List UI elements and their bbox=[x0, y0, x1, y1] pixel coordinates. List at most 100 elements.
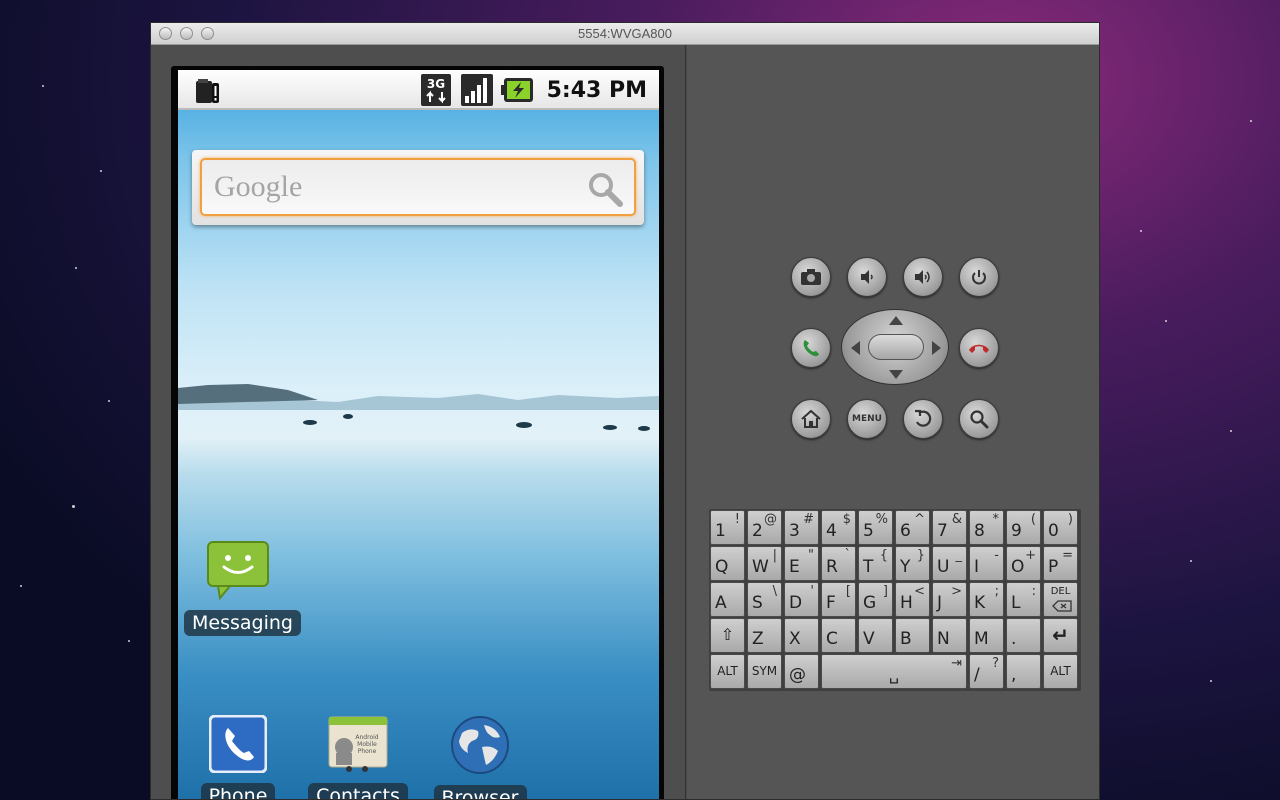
dpad-right-icon[interactable] bbox=[932, 341, 941, 355]
hardware-keyboard: 1! 2 @ 3 # 4 $ 5% 6 ^ 7 & 8 * 9( 0) Q W | E " R `… bbox=[709, 509, 1081, 691]
volume-down-button[interactable] bbox=[847, 257, 887, 297]
globe-icon bbox=[451, 716, 509, 774]
contacts-icon: Android Mobile Phone bbox=[328, 716, 388, 772]
key[interactable]: R ` bbox=[821, 546, 856, 581]
key[interactable]: C bbox=[821, 618, 856, 653]
window-titlebar[interactable]: 5554:WVGA800 bbox=[151, 23, 1099, 45]
home-button[interactable] bbox=[791, 399, 831, 439]
shift-key[interactable]: ⇧ bbox=[710, 618, 745, 653]
key[interactable]: 3 # bbox=[784, 510, 819, 545]
app-messaging[interactable]: Messaging bbox=[184, 540, 301, 636]
key[interactable]: P = bbox=[1043, 546, 1078, 581]
magnifier-icon[interactable] bbox=[586, 170, 624, 208]
backspace-icon bbox=[1052, 600, 1072, 612]
key[interactable]: T{ bbox=[858, 546, 893, 581]
dpad-up-icon[interactable] bbox=[889, 316, 903, 325]
google-search-widget: Google bbox=[192, 150, 644, 225]
wallpaper-rock bbox=[303, 420, 317, 425]
phone-icon bbox=[208, 714, 268, 774]
key[interactable]: 4 $ bbox=[821, 510, 856, 545]
power-button[interactable] bbox=[959, 257, 999, 297]
key[interactable]: 2 @ bbox=[747, 510, 782, 545]
app-phone[interactable]: Phone bbox=[192, 714, 284, 799]
key[interactable]: V bbox=[858, 618, 893, 653]
key[interactable]: A bbox=[710, 582, 745, 617]
home-icon bbox=[801, 409, 821, 428]
key[interactable]: L: bbox=[1006, 582, 1041, 617]
network-type-label: 3G bbox=[426, 77, 444, 91]
key[interactable]: 1! bbox=[710, 510, 745, 545]
android-screen[interactable]: 3G 5:43 PM Google Messaging Phone Androi… bbox=[178, 70, 659, 799]
dpad-center-button[interactable] bbox=[868, 334, 924, 360]
status-bar[interactable]: 3G 5:43 PM bbox=[178, 70, 659, 110]
key[interactable]: N bbox=[932, 618, 967, 653]
delete-key[interactable]: DEL bbox=[1043, 582, 1078, 617]
key[interactable]: D ' bbox=[784, 582, 819, 617]
key[interactable]: Z bbox=[747, 618, 782, 653]
window-title: 5554:WVGA800 bbox=[578, 26, 672, 41]
key[interactable]: S \ bbox=[747, 582, 782, 617]
key[interactable]: I- bbox=[969, 546, 1004, 581]
key[interactable]: 8 * bbox=[969, 510, 1004, 545]
key[interactable]: K; bbox=[969, 582, 1004, 617]
key[interactable]: . bbox=[1006, 618, 1041, 653]
search-button[interactable] bbox=[959, 399, 999, 439]
contacts-icon-caption: Android bbox=[355, 734, 378, 741]
key[interactable]: Y} bbox=[895, 546, 930, 581]
status-time: 5:43 PM bbox=[546, 77, 647, 103]
key[interactable]: /? bbox=[969, 654, 1004, 689]
space-key[interactable]: ␣ ⇥ bbox=[821, 654, 967, 689]
sym-key[interactable]: SYM bbox=[747, 654, 782, 689]
dpad-left-icon[interactable] bbox=[851, 341, 860, 355]
key[interactable]: 9( bbox=[1006, 510, 1041, 545]
signal-strength-icon bbox=[460, 74, 493, 106]
messaging-icon bbox=[207, 541, 269, 601]
sd-card-warning-icon bbox=[196, 79, 219, 103]
camera-button[interactable] bbox=[791, 257, 831, 297]
key[interactable]: 7 & bbox=[932, 510, 967, 545]
app-browser[interactable]: Browser bbox=[430, 715, 530, 799]
control-panel: MENU 1! 2 @ 3 # 4 $ 5% 6 ^ 7 & 8 * 9( 0) Q W | … bbox=[687, 45, 1099, 799]
key[interactable]: X bbox=[784, 618, 819, 653]
key[interactable]: E " bbox=[784, 546, 819, 581]
end-call-button[interactable] bbox=[959, 328, 999, 368]
contacts-icon-caption: Mobile bbox=[357, 741, 377, 748]
call-button[interactable] bbox=[791, 328, 831, 368]
key[interactable]: B bbox=[895, 618, 930, 653]
key[interactable]: J > bbox=[932, 582, 967, 617]
key[interactable]: O + bbox=[1006, 546, 1041, 581]
search-icon bbox=[970, 410, 989, 429]
device-panel: 3G 5:43 PM Google Messaging Phone Androi… bbox=[151, 45, 686, 799]
app-label: Phone bbox=[200, 783, 276, 799]
emulator-window: 5554:WVGA800 3G 5:43 PM Google Messaging… bbox=[150, 22, 1100, 800]
battery-charging-icon bbox=[500, 78, 533, 102]
key[interactable]: 0) bbox=[1043, 510, 1078, 545]
alt-key[interactable]: ALT bbox=[1043, 654, 1078, 689]
menu-label: MENU bbox=[852, 414, 882, 424]
key[interactable]: G] bbox=[858, 582, 893, 617]
key[interactable]: 5% bbox=[858, 510, 893, 545]
back-button[interactable] bbox=[903, 399, 943, 439]
key[interactable]: , bbox=[1006, 654, 1041, 689]
key[interactable]: F[ bbox=[821, 582, 856, 617]
end-call-icon bbox=[969, 344, 989, 353]
key[interactable]: M bbox=[969, 618, 1004, 653]
key[interactable]: 6 ^ bbox=[895, 510, 930, 545]
key[interactable]: U _ bbox=[932, 546, 967, 581]
dpad-down-icon[interactable] bbox=[889, 370, 903, 379]
google-logo: Google bbox=[214, 170, 303, 203]
key[interactable]: H < bbox=[895, 582, 930, 617]
app-label: Contacts bbox=[308, 783, 408, 799]
menu-button[interactable]: MENU bbox=[847, 399, 887, 439]
dpad[interactable] bbox=[841, 309, 949, 385]
google-search-field[interactable]: Google bbox=[200, 158, 636, 216]
alt-key[interactable]: ALT bbox=[710, 654, 745, 689]
wallpaper-rock bbox=[343, 414, 353, 419]
enter-key[interactable]: ↵ bbox=[1043, 618, 1078, 653]
app-contacts[interactable]: Android Mobile Phone Contacts bbox=[308, 715, 408, 799]
at-key[interactable]: @ bbox=[784, 654, 819, 689]
key[interactable]: W | bbox=[747, 546, 782, 581]
volume-up-button[interactable] bbox=[903, 257, 943, 297]
key[interactable]: Q bbox=[710, 546, 745, 581]
power-icon bbox=[972, 270, 986, 285]
